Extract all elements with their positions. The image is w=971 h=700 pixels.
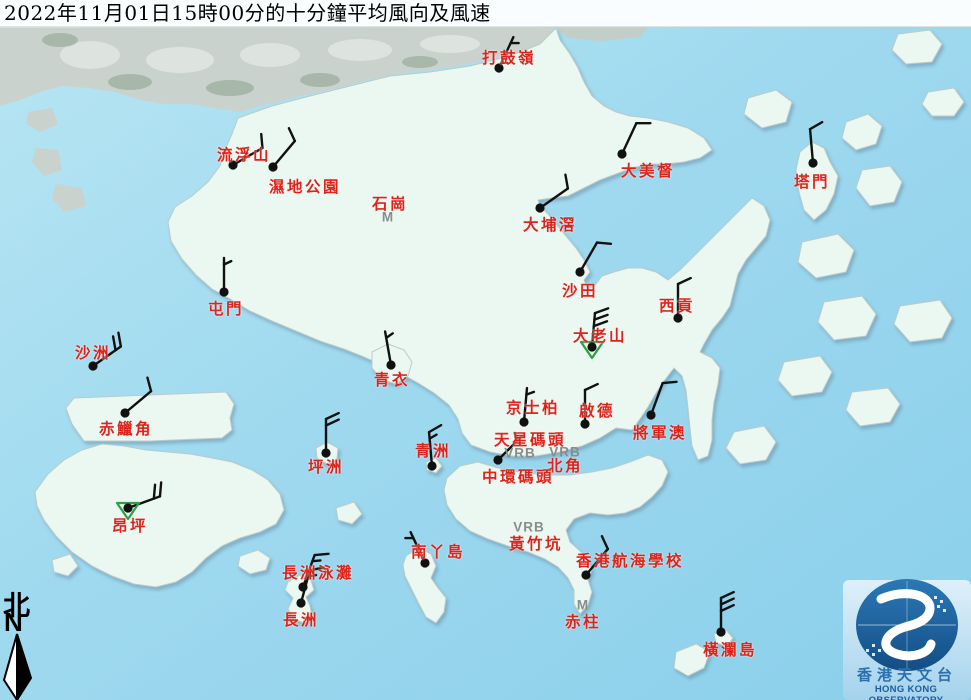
- station-label: 屯門: [208, 297, 244, 319]
- station-label: 沙洲: [75, 341, 111, 363]
- wind-map-screenshot: 2022年11月01日15時00分的十分鐘平均風向及風速 北 N 香港天文台 H…: [0, 0, 971, 700]
- station-label: 昂坪: [112, 514, 148, 536]
- station-label: 西貢: [659, 294, 695, 316]
- station-label: 大埔滘: [523, 213, 577, 235]
- station-label: 南丫島: [411, 540, 465, 562]
- station-dot: [123, 503, 132, 512]
- station-label: 石崗: [372, 192, 408, 214]
- hong-kong-map: [0, 0, 971, 700]
- station-dot: [219, 287, 228, 296]
- wind-barb-feather: [663, 382, 677, 383]
- wind-barb-feather: [154, 485, 155, 499]
- station-dot: [493, 455, 502, 464]
- station-label: 青衣: [374, 368, 410, 390]
- logo-title-english: HONG KONG OBSERVATORY: [841, 684, 971, 700]
- wind-barb-feather: [597, 243, 611, 244]
- station-label: 中環碼頭: [482, 465, 554, 487]
- wind-barb-feather: [160, 482, 161, 496]
- station-label: 橫瀾島: [703, 638, 757, 660]
- station-label: 坪洲: [308, 455, 344, 477]
- station-label: 塔門: [794, 170, 830, 192]
- map-title: 2022年11月01日15時00分的十分鐘平均風向及風速: [0, 0, 971, 27]
- station-label: 天星碼頭: [494, 428, 566, 450]
- station-label: 大美督: [621, 159, 675, 181]
- station-label: 打鼓嶺: [482, 46, 536, 68]
- wind-barb-feather: [315, 554, 329, 555]
- station-label: 沙田: [562, 279, 598, 301]
- station-label: 將軍澳: [633, 421, 687, 443]
- station-dot: [581, 570, 590, 579]
- station-label: 濕地公園: [269, 175, 341, 197]
- station-label: 流浮山: [217, 143, 271, 165]
- station-dot: [427, 461, 436, 470]
- station-label: 啟德: [579, 399, 615, 421]
- station-label: 黃竹坑: [509, 532, 563, 554]
- station-dot: [535, 203, 544, 212]
- station-dot: [808, 158, 817, 167]
- station-label: 京士柏: [506, 396, 560, 418]
- station-dot: [716, 627, 725, 636]
- station-label: 赤柱: [565, 610, 601, 632]
- north-label-letter: N: [4, 607, 23, 638]
- station-label: 長洲: [283, 608, 319, 630]
- station-dot: [617, 149, 626, 158]
- station-dot: [575, 267, 584, 276]
- station-label: 青洲: [415, 439, 451, 461]
- station-label: 長洲泳灘: [282, 561, 354, 583]
- logo-title-chinese: 香港天文台: [843, 664, 971, 685]
- station-dot: [646, 410, 655, 419]
- station-label: 大老山: [573, 324, 627, 346]
- station-label: 香港航海學校: [576, 549, 684, 571]
- station-dot: [519, 417, 528, 426]
- station-label: 赤鱲角: [99, 417, 153, 439]
- station-dot: [296, 598, 305, 607]
